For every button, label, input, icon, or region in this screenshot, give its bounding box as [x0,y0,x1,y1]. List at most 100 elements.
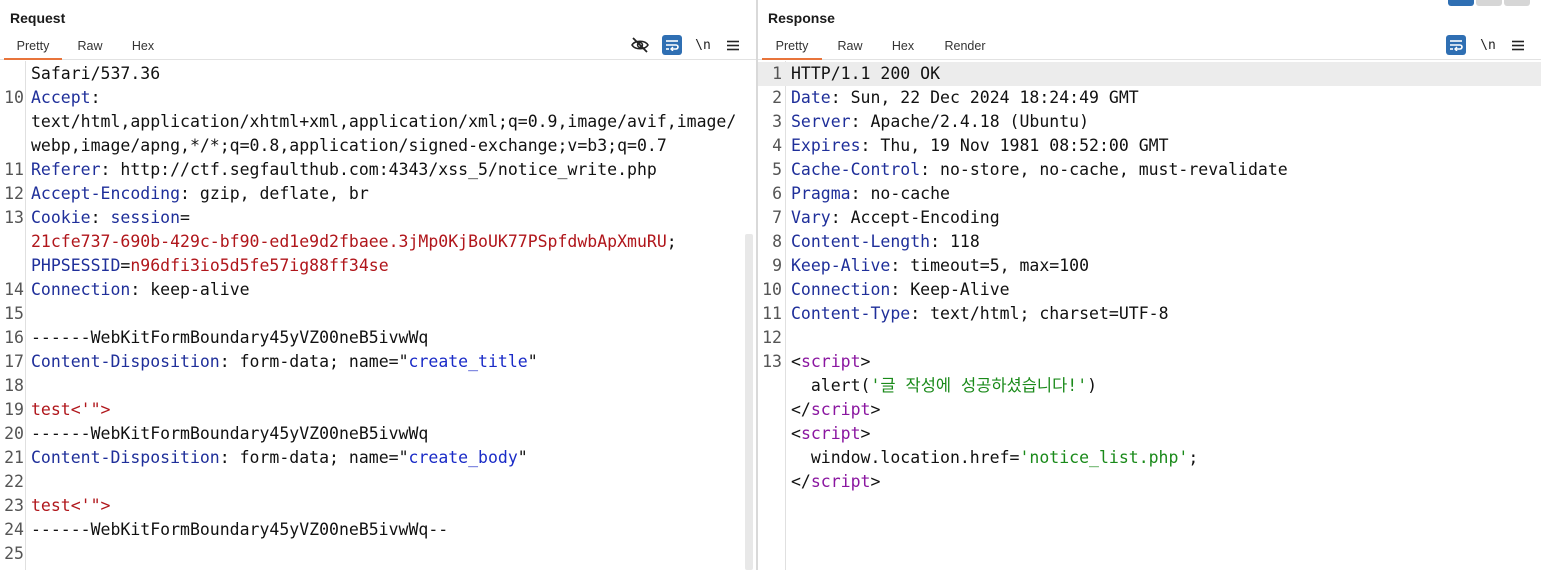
code-token: 'notice_list.php' [1019,448,1189,467]
code-token: ; [666,232,677,251]
line-content: Vary: Accept-Encoding [791,206,1000,230]
code-line: 7 Vary: Accept-Encoding [758,206,1541,230]
code-token: " [517,448,528,467]
hamburger-menu-icon[interactable] [723,35,743,55]
code-token: Keep-Alive [910,280,1010,299]
code-token: Server [791,112,851,131]
code-token: timeout=5, max=100 [910,256,1090,275]
code-token: script [810,400,871,419]
code-token: Accept-Encoding [31,184,181,203]
wrap-lines-icon[interactable] [662,35,682,55]
line-number: 6 [772,184,782,203]
code-token: text/html; charset=UTF-8 [930,304,1169,323]
code-line: 20 ------WebKitFormBoundary45yVZ00neB5ivw… [0,422,756,446]
eye-slash-icon[interactable] [630,35,650,55]
code-token: ; [1188,448,1199,467]
code-token: Cookie [31,208,91,227]
response-editor[interactable]: 1 HTTP/1.1 200 OK 2 Date: Sun, 22 Dec 2024 … [758,61,1541,570]
layout-side-by-side-button[interactable] [1448,0,1474,6]
newline-toggle[interactable]: \n [1478,35,1498,55]
code-line: 15 [0,302,756,326]
line-number: 15 [4,304,24,323]
code-token: ) [1087,376,1098,395]
code-token: = [120,256,131,275]
line-number: 25 [4,544,24,563]
code-token: test<'"> [31,496,111,515]
line-number: 23 [4,496,24,515]
line-content: Date: Sun, 22 Dec 2024 18:24:49 GMT [791,86,1139,110]
newline-toggle[interactable]: \n [693,35,713,55]
code-token: : [90,88,101,107]
request-editor[interactable]: Safari/537.36 10 Accept: text/html,applicat… [0,61,756,570]
line-content: Accept-Encoding: gzip, deflate, br [31,182,369,206]
code-token: 21cfe737-690b-429c-bf90-ed1e9d2fbaee.3jM… [31,232,667,251]
code-token: HTTP/1.1 200 OK [791,64,941,83]
code-line: <script> [758,422,1541,446]
line-number: 12 [762,328,782,347]
code-line: 11 Content-Type: text/html; charset=UTF-8 [758,302,1541,326]
hamburger-menu-icon[interactable] [1508,35,1528,55]
request-title: Request [10,10,66,26]
line-content: Referer: http://ctf.segfaulthub.com:4343… [31,158,657,182]
code-token: Accept [31,88,91,107]
line-number: 7 [772,208,782,227]
code-line: 5 Cache-Control: no-store, no-cache, must… [758,158,1541,182]
code-token: > [870,400,881,419]
tab-response-raw[interactable]: Raw [830,36,870,60]
code-token: > [860,352,871,371]
code-token: PHPSESSID [31,256,121,275]
code-line: </script> [758,470,1541,494]
line-content: alert('글 작성에 성공하셨습니다!') [791,374,1097,398]
code-line: 12 [758,326,1541,350]
line-content: test<'"> [31,494,110,518]
line-content: PHPSESSID=n96dfi3io5d5fe57ig88ff34se [31,254,389,278]
code-line: </script> [758,398,1541,422]
line-number: 10 [4,88,24,107]
line-number: 1 [772,64,782,83]
line-content: Content-Length: 118 [791,230,980,254]
line-number: 11 [4,160,24,179]
tab-request-hex[interactable]: Hex [124,36,162,60]
tab-response-hex[interactable]: Hex [884,36,922,60]
request-panel: Request Pretty Raw Hex \n Safari/537.36 1… [0,0,756,570]
line-number: 3 [772,112,782,131]
code-line: 13 Cookie: session= [0,206,756,230]
code-token: Keep-Alive [791,256,891,275]
code-line: 8 Content-Length: 118 [758,230,1541,254]
code-token: Accept-Encoding [850,208,1000,227]
code-token: : [890,280,911,299]
line-content: 21cfe737-690b-429c-bf90-ed1e9d2fbaee.3jM… [31,230,677,254]
request-scrollbar[interactable] [745,234,753,570]
line-number: 20 [4,424,24,443]
code-token: text/html,application/xhtml+xml,applicat… [31,112,737,131]
code-token: Connection [791,280,891,299]
code-line: window.location.href='notice_list.php'; [758,446,1541,470]
code-token: no-cache [870,184,950,203]
tab-response-pretty[interactable]: Pretty [762,36,822,60]
line-number: 2 [772,88,782,107]
line-content: HTTP/1.1 200 OK [791,62,940,86]
line-number: 13 [4,208,24,227]
code-token: ------WebKitFormBoundary45yVZ00neB5ivwWq [31,328,429,347]
code-token: 118 [949,232,980,251]
tab-request-pretty[interactable]: Pretty [4,36,62,60]
tab-response-render[interactable]: Render [936,36,994,60]
code-token: > [860,424,871,443]
line-number: 9 [772,256,782,275]
code-token: : [850,184,871,203]
line-content: Cookie: session= [31,206,190,230]
tab-request-raw[interactable]: Raw [70,36,110,60]
code-token: Pragma [791,184,851,203]
code-token: : [90,208,111,227]
line-number: 18 [4,376,24,395]
layout-stacked-button[interactable] [1476,0,1502,6]
code-line: 17 Content-Disposition: form-data; name="… [0,350,756,374]
wrap-lines-icon[interactable] [1446,35,1466,55]
line-content: Content-Disposition: form-data; name="cr… [31,350,538,374]
code-line: 10 Connection: Keep-Alive [758,278,1541,302]
line-content: text/html,application/xhtml+xml,applicat… [31,110,736,134]
code-line: 4 Expires: Thu, 19 Nov 1981 08:52:00 GMT [758,134,1541,158]
line-content: Expires: Thu, 19 Nov 1981 08:52:00 GMT [791,134,1169,158]
layout-tabs-button[interactable] [1504,0,1530,6]
line-content: ------WebKitFormBoundary45yVZ00neB5ivwWq [31,326,428,350]
